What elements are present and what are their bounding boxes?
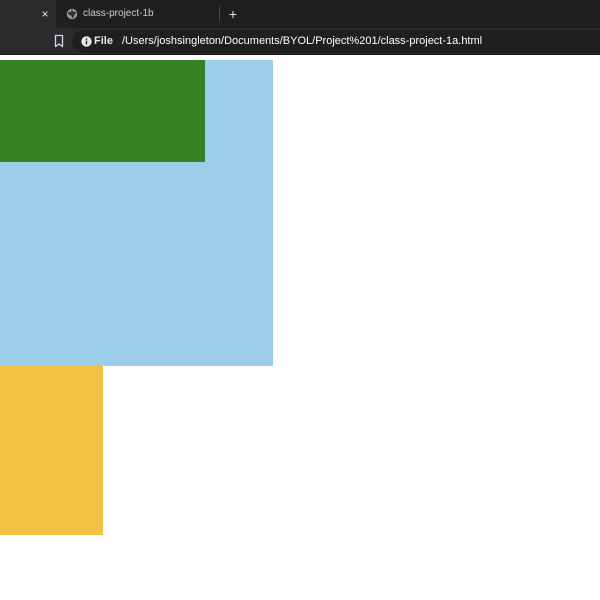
tab-divider xyxy=(219,7,220,21)
page-content xyxy=(0,60,600,600)
browser-toolbar: File /Users/joshsingleton/Documents/BYOL… xyxy=(0,28,600,55)
tab-strip: × class-project-1b + xyxy=(0,0,600,28)
scheme-label: File xyxy=(94,35,113,47)
info-icon[interactable] xyxy=(81,36,92,47)
address-bar[interactable]: File /Users/joshsingleton/Documents/BYOL… xyxy=(72,30,600,53)
new-tab-button[interactable]: + xyxy=(224,5,242,23)
browser-window: × class-project-1b + File /Users/joshsin… xyxy=(0,0,600,600)
url-text[interactable]: /Users/joshsingleton/Documents/BYOL/Proj… xyxy=(122,34,482,49)
close-tab-button[interactable]: × xyxy=(37,6,53,22)
tab-active[interactable]: × xyxy=(0,0,56,28)
tab-class-project-1b[interactable]: class-project-1b xyxy=(57,0,219,28)
globe-icon xyxy=(66,8,78,20)
bookmark-icon[interactable] xyxy=(52,34,66,48)
green-box xyxy=(0,60,205,162)
tab-title: class-project-1b xyxy=(83,8,154,19)
yellow-box xyxy=(0,366,103,535)
